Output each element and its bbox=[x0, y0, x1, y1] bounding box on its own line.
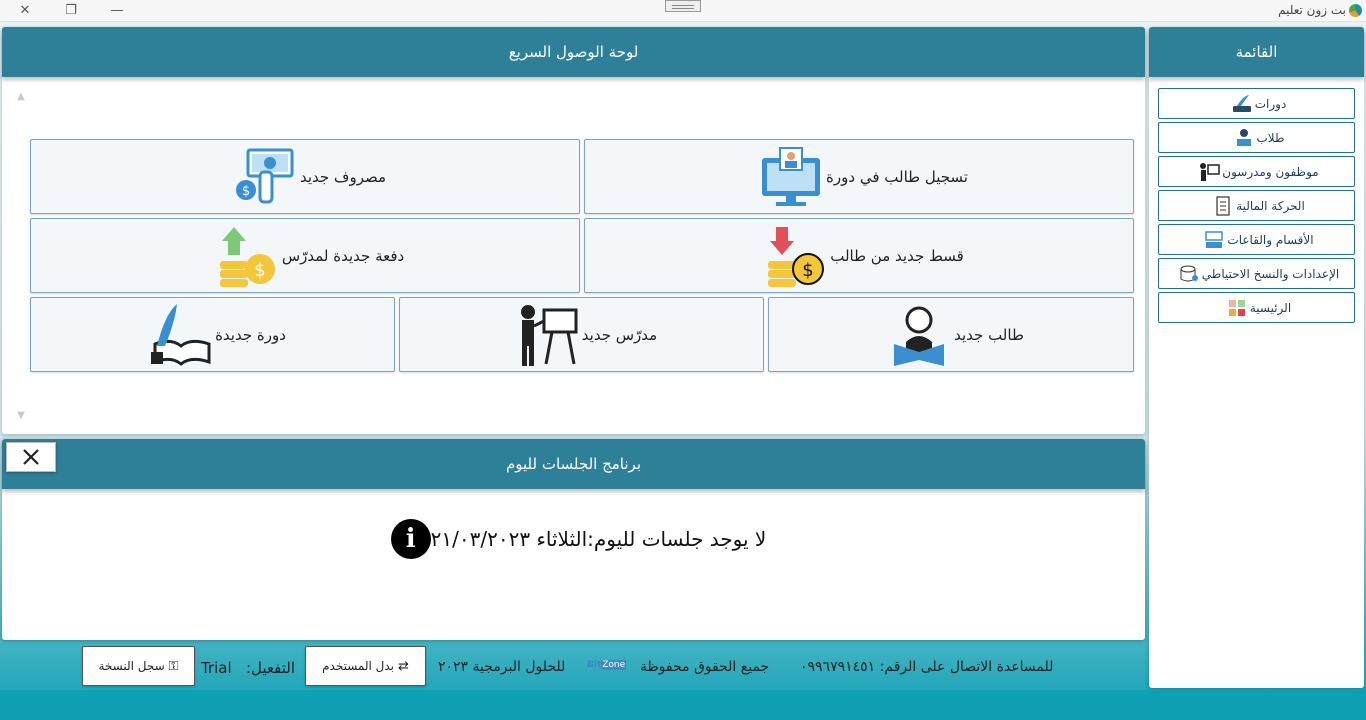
restore-window-icon[interactable]: ❐ bbox=[60, 1, 82, 21]
menu-item-staff-teachers[interactable]: موظفون ومدرسون bbox=[1158, 156, 1355, 187]
menu-item-finance[interactable]: الحركة المالية bbox=[1158, 190, 1355, 221]
tile-new-expense[interactable]: $ مصروف جديد bbox=[30, 139, 580, 214]
menu-item-home[interactable]: الرئيسية bbox=[1158, 292, 1355, 323]
sessions-panel: برنامج الجلسات لليوم i لا يوجد جلسات للي… bbox=[2, 439, 1145, 640]
register-monitor-icon bbox=[756, 142, 826, 212]
sessions-header: برنامج الجلسات لليوم bbox=[2, 439, 1145, 489]
svg-text:$: $ bbox=[242, 184, 250, 199]
rights-text: جميع الحقوق محفوظة bbox=[640, 659, 770, 675]
menu-panel: القائمة دورات طلاب موظفون ومدرسون الحركة… bbox=[1149, 27, 1364, 688]
student-reading-icon bbox=[1233, 128, 1255, 148]
quick-access-panel: لوحة الوصول السريع ▲ ▼ تسجيل طالب في دور… bbox=[2, 27, 1145, 434]
menu-item-departments-halls[interactable]: الأقسام والقاعات bbox=[1158, 224, 1355, 255]
close-window-icon[interactable]: ✕ bbox=[14, 1, 36, 21]
info-icon: i bbox=[390, 519, 431, 559]
installment-coins-down-icon: $ bbox=[760, 221, 830, 291]
tile-new-teacher[interactable]: مدرّس جديد bbox=[399, 297, 764, 372]
close-sessions-button[interactable] bbox=[6, 442, 56, 472]
finance-document-icon bbox=[1212, 195, 1234, 216]
scroll-down-icon[interactable]: ▼ bbox=[14, 409, 28, 423]
expense-money-icon: $ bbox=[230, 142, 300, 212]
bitzone-logo: BitZone bbox=[587, 660, 627, 670]
course-book-quill-icon bbox=[145, 300, 215, 370]
activation-label: التفعيل: bbox=[246, 659, 296, 677]
teacher-board-icon bbox=[512, 300, 582, 370]
swap-arrows-icon: ⇄ bbox=[398, 658, 409, 674]
key-icon: ⚿ bbox=[168, 658, 179, 674]
student-reading-icon bbox=[884, 300, 954, 370]
tile-new-student[interactable]: طالب جديد bbox=[768, 297, 1134, 372]
classroom-icon bbox=[1203, 230, 1225, 250]
menu-item-settings-backup[interactable]: الإعدادات والنسخ الاحتياطي bbox=[1158, 258, 1355, 289]
menu-header: القائمة bbox=[1149, 27, 1364, 77]
home-tiles-icon bbox=[1226, 298, 1248, 318]
menu-item-courses[interactable]: دورات bbox=[1158, 88, 1355, 119]
bottom-strip bbox=[0, 690, 1366, 720]
support-text: للمساعدة الاتصال على الرقم: ٠٩٩٦٧٩١٤٥١ bbox=[800, 659, 1054, 675]
scroll-up-icon[interactable]: ▲ bbox=[14, 90, 28, 104]
activation-value: Trial bbox=[201, 659, 232, 677]
minimize-window-icon[interactable]: — bbox=[106, 1, 128, 21]
tile-new-installment[interactable]: $ قسط جديد من طالب bbox=[584, 218, 1134, 293]
window-title: بت زون تعليم bbox=[1278, 3, 1346, 17]
tile-register-student-course[interactable]: تسجيل طالب في دورة bbox=[584, 139, 1134, 214]
tile-teacher-payment[interactable]: $ دفعة جديدة لمدرّس bbox=[30, 218, 580, 293]
teacher-board-icon bbox=[1198, 162, 1221, 182]
svg-text:$: $ bbox=[254, 260, 265, 281]
title-bar: ✕ ❐ — بت زون تعليم bbox=[0, 0, 1366, 22]
close-icon bbox=[23, 449, 39, 465]
register-copy-button[interactable]: ⚿ سجل النسخة bbox=[82, 646, 195, 686]
copyright-text: للحلول البرمجية ٢٠٢٣ bbox=[438, 659, 566, 675]
menu-item-students[interactable]: طلاب bbox=[1158, 122, 1355, 153]
tile-new-course[interactable]: دورة جديدة bbox=[30, 297, 395, 372]
change-user-button[interactable]: ⇄ بدل المستخدم bbox=[305, 646, 426, 686]
payment-coins-up-icon: $ bbox=[212, 221, 282, 291]
database-settings-icon bbox=[1178, 264, 1200, 284]
no-sessions-message: i لا يوجد جلسات لليوم:الثلاثاء ٢١/٠٣/٢٠٢… bbox=[2, 519, 1145, 559]
footer: ⚿ سجل النسخة Trial التفعيل: ⇄ بدل المستخ… bbox=[0, 642, 1145, 690]
course-book-quill-icon bbox=[1231, 94, 1253, 114]
svg-text:$: $ bbox=[802, 260, 813, 281]
quick-access-header: لوحة الوصول السريع bbox=[2, 27, 1145, 77]
app-logo-icon bbox=[1349, 4, 1362, 17]
window-grip-handle[interactable] bbox=[665, 0, 701, 12]
